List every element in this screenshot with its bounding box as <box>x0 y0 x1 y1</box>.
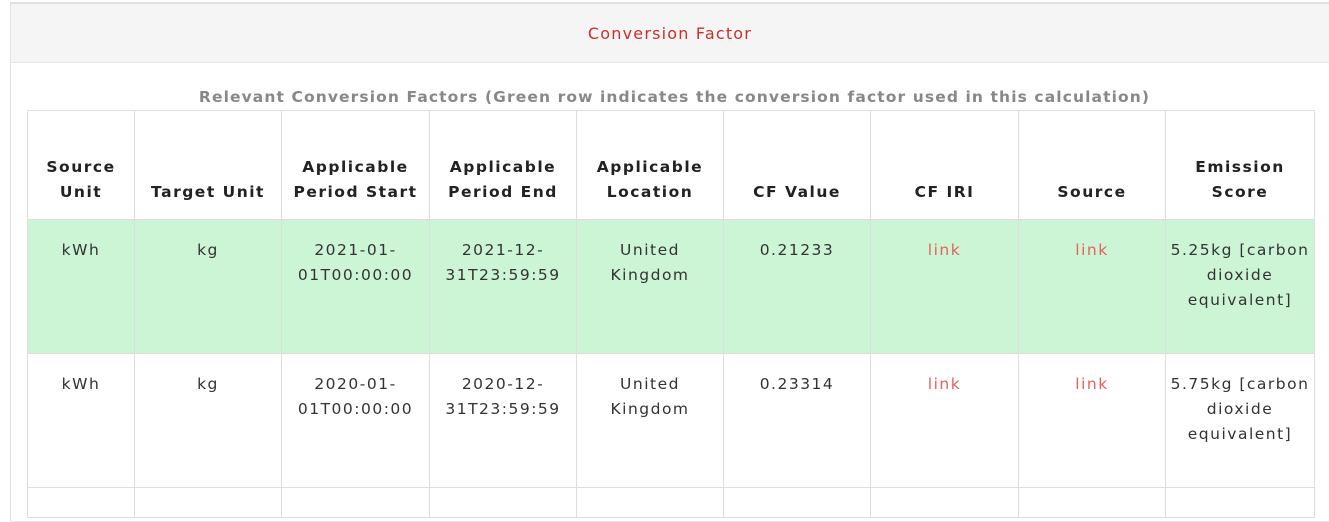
cell-emission-score: 5.25kg [carbon dioxide equivalent] <box>1165 219 1315 354</box>
period-end-text: 2020-12-31T23:59:59 <box>445 375 561 418</box>
cell-source: link <box>1018 353 1166 488</box>
header-cf-value: CF Value <box>723 110 871 220</box>
cell-target-unit: kg <box>134 353 282 488</box>
header-source: Source <box>1018 110 1166 220</box>
header-cf-iri: CF IRI <box>870 110 1019 220</box>
cell-empty <box>870 487 1019 518</box>
cell-source-unit: kWh <box>27 353 135 488</box>
cell-empty <box>1165 487 1315 518</box>
table-caption: Relevant Conversion Factors (Green row i… <box>198 88 1151 106</box>
table-row: kWh kg 2020-01-01T00:00:00 2020-12-31T23… <box>27 353 1315 488</box>
header-period-end: Applicable Period End <box>429 110 577 220</box>
cell-location: United Kingdom <box>576 353 724 488</box>
source-link[interactable]: link <box>1075 375 1108 393</box>
header-source-unit: Source Unit <box>27 110 135 220</box>
cell-period-start: 2020-01-01T00:00:00 <box>281 353 430 488</box>
cell-empty <box>429 487 577 518</box>
cell-empty <box>1018 487 1166 518</box>
period-start-text: 2020-01-01T00:00:00 <box>297 375 414 418</box>
header-period-start: Applicable Period Start <box>281 110 430 220</box>
cell-period-end: 2021-12-31T23:59:59 <box>429 219 577 354</box>
cell-cf-iri: link <box>870 219 1019 354</box>
cell-location: United Kingdom <box>576 219 724 354</box>
cell-cf-value: 0.21233 <box>723 219 871 354</box>
period-start-text: 2021-01-01T00:00:00 <box>297 241 414 284</box>
cell-empty <box>723 487 871 518</box>
cell-empty <box>576 487 724 518</box>
panel-header: Conversion Factor <box>11 4 1329 63</box>
panel-title: Conversion Factor <box>587 23 753 43</box>
source-link[interactable]: link <box>1075 241 1108 259</box>
table-header-row: Source Unit Target Unit Applicable Perio… <box>27 110 1315 220</box>
cell-target-unit: kg <box>134 219 282 354</box>
cell-empty <box>281 487 430 518</box>
cell-empty <box>27 487 135 518</box>
header-emission-score: Emission Score <box>1165 110 1315 220</box>
table-row-partial <box>27 487 1315 518</box>
period-end-text: 2021-12-31T23:59:59 <box>445 241 561 284</box>
cell-period-start: 2021-01-01T00:00:00 <box>281 219 430 354</box>
cell-cf-value: 0.23314 <box>723 353 871 488</box>
header-location: Applicable Location <box>576 110 724 220</box>
cell-empty <box>134 487 282 518</box>
header-target-unit: Target Unit <box>134 110 282 220</box>
cell-period-end: 2020-12-31T23:59:59 <box>429 353 577 488</box>
cf-iri-link[interactable]: link <box>928 375 961 393</box>
cell-source: link <box>1018 219 1166 354</box>
cell-cf-iri: link <box>870 353 1019 488</box>
conversion-factors-table: Source Unit Target Unit Applicable Perio… <box>27 110 1315 518</box>
cf-iri-link[interactable]: link <box>928 241 961 259</box>
cell-emission-score: 5.75kg [carbon dioxide equivalent] <box>1165 353 1315 488</box>
cell-source-unit: kWh <box>27 219 135 354</box>
table-row-used: kWh kg 2021-01-01T00:00:00 2021-12-31T23… <box>27 219 1315 354</box>
